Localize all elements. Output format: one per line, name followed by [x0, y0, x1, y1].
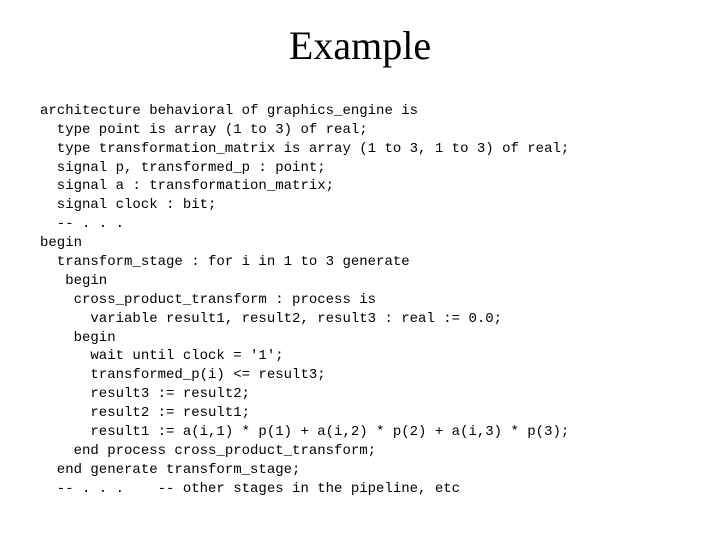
code-line: wait until clock = '1';	[40, 348, 284, 364]
code-line: begin	[40, 273, 107, 289]
code-line: cross_product_transform : process is	[40, 292, 376, 308]
code-line: -- . . .	[40, 216, 124, 232]
code-line: result2 := result1;	[40, 405, 250, 421]
code-line: architecture behavioral of graphics_engi…	[40, 103, 418, 119]
code-line: begin	[40, 330, 116, 346]
code-line: type point is array (1 to 3) of real;	[40, 122, 368, 138]
code-line: result3 := result2;	[40, 386, 250, 402]
code-line: end process cross_product_transform;	[40, 443, 376, 459]
code-line: begin	[40, 235, 82, 251]
slide: Example architecture behavioral of graph…	[0, 0, 720, 540]
code-line: result1 := a(i,1) * p(1) + a(i,2) * p(2)…	[40, 424, 569, 440]
code-line: transformed_p(i) <= result3;	[40, 367, 326, 383]
code-line: variable result1, result2, result3 : rea…	[40, 311, 502, 327]
code-line: signal p, transformed_p : point;	[40, 160, 326, 176]
code-line: type transformation_matrix is array (1 t…	[40, 141, 569, 157]
page-title: Example	[24, 22, 696, 69]
code-line: transform_stage : for i in 1 to 3 genera…	[40, 254, 410, 270]
code-line: signal clock : bit;	[40, 197, 216, 213]
code-line: end generate transform_stage;	[40, 462, 300, 478]
code-block: architecture behavioral of graphics_engi…	[40, 83, 696, 517]
code-line: -- . . . -- other stages in the pipeline…	[40, 481, 460, 497]
code-line: signal a : transformation_matrix;	[40, 178, 334, 194]
